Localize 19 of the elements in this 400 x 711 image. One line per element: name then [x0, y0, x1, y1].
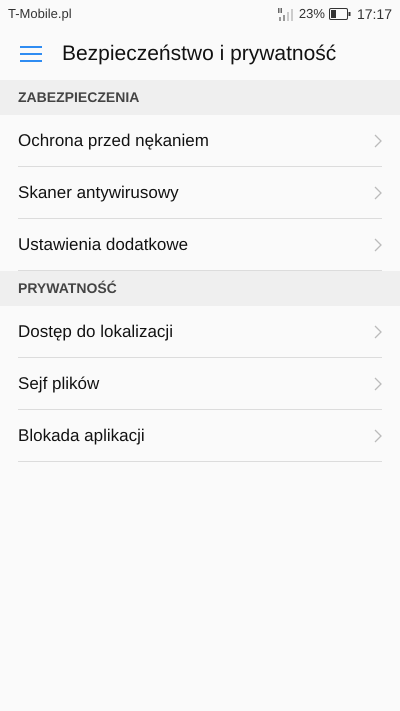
settings-item[interactable]: Sejf plików: [18, 358, 382, 410]
menu-icon[interactable]: [20, 45, 42, 63]
chevron-right-icon: [374, 428, 382, 442]
chevron-right-icon: [374, 134, 382, 148]
chevron-right-icon: [374, 376, 382, 390]
battery-icon: [328, 8, 351, 20]
settings-item[interactable]: Skaner antywirusowy: [18, 167, 382, 219]
screen-title: Bezpieczeństwo i prywatność: [62, 41, 336, 68]
section-header: ZABEZPIECZENIA: [18, 88, 140, 107]
carrier-name: T-Mobile.pl: [8, 5, 72, 24]
status-time: 17:17: [356, 4, 392, 24]
settings-item[interactable]: Dostęp do lokalizacji: [18, 306, 382, 358]
chevron-right-icon: [374, 238, 382, 252]
chevron-right-icon: [374, 324, 382, 338]
battery-percentage: 23%: [298, 5, 325, 24]
section-header: PRYWATNOŚĆ: [18, 279, 117, 298]
settings-item[interactable]: Blokada aplikacji: [18, 410, 382, 462]
chevron-right-icon: [374, 186, 382, 200]
settings-item[interactable]: Ochrona przed nękaniem: [18, 115, 382, 167]
